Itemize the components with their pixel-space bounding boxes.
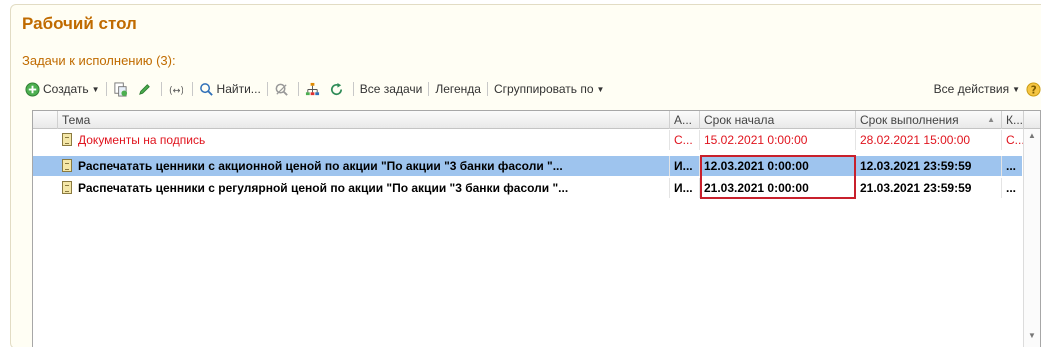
svg-text:(↔): (↔) [168, 85, 182, 96]
copy-icon [113, 81, 127, 97]
header-marker-column [33, 111, 58, 129]
sort-ascending-icon: ▲ [987, 115, 995, 124]
cell-subject-text: Распечатать ценники с регулярной ценой п… [78, 181, 569, 195]
tasks-toolbar: Создать ▼ (↔) Найти... Все задачи Легенд… [22, 79, 1041, 99]
cell-start-date: 21.03.2021 0:00:00 [700, 178, 856, 198]
toolbar-divider [352, 82, 354, 96]
create-button-label: Создать [43, 82, 89, 96]
column-header-start-date[interactable]: Срок начала [700, 111, 856, 129]
cell-due-date: 12.03.2021 23:59:59 [856, 156, 1002, 176]
cell-author: И... [670, 156, 700, 176]
cell-subject-text: Распечатать ценники с акционной ценой по… [78, 159, 563, 173]
chevron-down-icon: ▼ [596, 84, 605, 94]
search-icon [199, 82, 213, 96]
column-header-due-date-label: Срок выполнения [860, 113, 959, 127]
toolbar-divider [297, 82, 299, 96]
scroll-down-icon[interactable]: ▼ [1024, 329, 1040, 343]
group-by-button[interactable]: Сгруппировать по ▼ [491, 80, 607, 98]
column-header-due-date[interactable]: Срок выполнения ▲ [856, 111, 1002, 129]
tree-view-button[interactable] [302, 80, 326, 98]
copy-button[interactable] [110, 80, 134, 98]
refresh-button[interactable] [326, 80, 350, 98]
table-row[interactable]: Документы на подпись С... 15.02.2021 0:0… [33, 130, 1024, 150]
task-document-icon [62, 181, 72, 194]
svg-text:?: ? [1031, 84, 1037, 96]
chevron-down-icon: ▼ [91, 84, 100, 94]
all-tasks-button[interactable]: Все задачи [357, 80, 426, 98]
toolbar-divider [486, 82, 488, 96]
tree-structure-icon [305, 82, 319, 95]
column-header-author[interactable]: А... [670, 111, 700, 129]
all-actions-label: Все действия [933, 82, 1010, 96]
add-circle-icon [25, 81, 40, 97]
legend-button[interactable]: Легенда [432, 80, 484, 98]
link-button[interactable]: (↔) [165, 80, 189, 98]
tasks-subtitle[interactable]: Задачи к исполнению (3): [22, 53, 176, 68]
toolbar-divider [160, 82, 162, 96]
group-by-label: Сгруппировать по [493, 82, 594, 96]
cell-start-date: 12.03.2021 0:00:00 [700, 156, 856, 176]
link-icon: (↔) [168, 85, 182, 96]
toolbar-divider [266, 82, 268, 96]
table-header: Тема А... Срок начала Срок выполнения ▲ … [33, 111, 1040, 129]
vertical-scrollbar[interactable]: ▲ ▼ [1023, 129, 1040, 347]
toolbar-divider [428, 82, 430, 96]
chevron-down-icon: ▼ [1012, 84, 1020, 94]
cell-due-date: 28.02.2021 15:00:00 [856, 130, 1002, 150]
cell-due-date: 21.03.2021 23:59:59 [856, 178, 1002, 198]
scroll-up-icon[interactable]: ▲ [1024, 129, 1040, 143]
cell-k: С... [1002, 130, 1024, 150]
cell-start-date: 15.02.2021 0:00:00 [700, 130, 856, 150]
cell-k: ... [1002, 178, 1024, 198]
cell-subject-text: Документы на подпись [78, 133, 206, 147]
toolbar-divider [105, 82, 107, 96]
all-actions-button[interactable]: Все действия ▼ [931, 80, 1023, 98]
tasks-table[interactable]: Тема А... Срок начала Срок выполнения ▲ … [32, 110, 1041, 347]
refresh-icon [330, 82, 342, 95]
cell-k: ... [1002, 156, 1024, 176]
find-button-label: Найти... [216, 82, 261, 96]
cell-subject: Документы на подпись [58, 130, 670, 150]
column-header-k[interactable]: К... [1002, 111, 1024, 129]
clear-search-button[interactable] [271, 80, 295, 98]
clear-search-icon [275, 83, 288, 96]
edit-button[interactable] [134, 80, 158, 98]
cell-subject: Распечатать ценники с акционной ценой по… [58, 156, 670, 176]
page-title: Рабочий стол [22, 14, 137, 33]
cell-author: И... [670, 178, 700, 198]
cell-subject: Распечатать ценники с регулярной ценой п… [58, 178, 670, 198]
cell-author: С... [670, 130, 700, 150]
create-button[interactable]: Создать ▼ [22, 80, 103, 98]
task-document-icon [62, 159, 72, 172]
edit-pencil-icon [138, 83, 150, 95]
task-document-icon [62, 133, 72, 146]
help-button[interactable]: ? [1023, 80, 1041, 98]
table-row[interactable]: Распечатать ценники с регулярной ценой п… [33, 178, 1024, 198]
table-row[interactable]: Распечатать ценники с акционной ценой по… [33, 156, 1024, 176]
help-icon: ? [1026, 81, 1041, 97]
find-button[interactable]: Найти... [196, 80, 264, 98]
toolbar-divider [191, 82, 193, 96]
column-header-subject[interactable]: Тема [58, 111, 670, 129]
